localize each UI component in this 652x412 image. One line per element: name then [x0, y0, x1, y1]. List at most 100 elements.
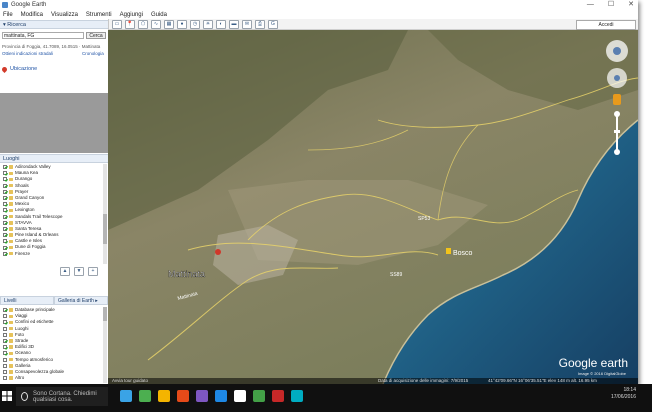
checkbox[interactable] — [3, 363, 7, 368]
add-folder-icon[interactable]: + — [88, 267, 98, 276]
menu-add[interactable]: Aggiungi — [120, 12, 143, 18]
taskbar-app-icon[interactable] — [253, 390, 265, 402]
historical-imagery-icon[interactable]: ◷ — [190, 19, 200, 29]
windows-start-icon[interactable] — [2, 391, 12, 401]
checkbox[interactable] — [3, 339, 7, 344]
checkbox[interactable] — [3, 202, 7, 207]
planets-icon[interactable]: ◐ — [216, 19, 226, 29]
menu-tools[interactable]: Strumenti — [86, 12, 112, 18]
checkbox[interactable] — [3, 189, 7, 194]
cortana-icon — [21, 392, 29, 401]
placemark-hotel-icon[interactable] — [446, 248, 451, 254]
move-up-icon[interactable]: ▲ — [60, 267, 70, 276]
taskbar-app-icon[interactable] — [272, 390, 284, 402]
checkbox[interactable] — [3, 196, 7, 201]
ruler-icon[interactable]: ▬ — [229, 19, 239, 29]
search-coordinates: Provincia di Foggia, 41.7089, 16.0515 · … — [2, 44, 101, 49]
google-earth-window: Google Earth — ☐ ✕ File Modifica Visuali… — [0, 0, 638, 384]
checkbox[interactable] — [3, 177, 7, 182]
navigation-controls — [604, 38, 630, 160]
checkbox[interactable] — [3, 165, 7, 170]
close-button[interactable]: ✕ — [628, 0, 634, 10]
maximize-button[interactable]: ☐ — [608, 0, 614, 10]
layers-item[interactable]: Altro — [3, 375, 103, 381]
checkbox[interactable] — [3, 233, 7, 238]
add-path-icon[interactable]: ∿ — [151, 19, 161, 29]
print-icon[interactable]: ⎙ — [255, 19, 265, 29]
menu-edit[interactable]: Modifica — [21, 12, 43, 18]
email-icon[interactable]: ✉ — [242, 19, 252, 29]
taskbar-app-icon[interactable] — [177, 390, 189, 402]
earth-map-view[interactable]: Mattinata Bosco SP53 SS89 Mattinata Avvi… — [108, 30, 638, 384]
folder-icon — [9, 183, 13, 188]
places-header[interactable]: Luoghi — [0, 154, 108, 163]
checkbox[interactable] — [3, 226, 7, 231]
checkbox[interactable] — [3, 320, 7, 325]
minimize-button[interactable]: — — [587, 0, 594, 10]
folder-icon — [9, 357, 13, 362]
search-input[interactable]: mattinata, FG — [2, 32, 84, 39]
checkbox[interactable] — [3, 214, 7, 219]
signin-button[interactable]: Accedi — [576, 20, 636, 30]
checkbox[interactable] — [3, 376, 7, 381]
layers-scrollbar[interactable] — [103, 307, 107, 383]
tab-layers[interactable]: Livelli — [0, 296, 54, 305]
checkbox[interactable] — [3, 345, 7, 350]
tab-earth-gallery[interactable]: Galleria di Earth ▸ — [54, 296, 108, 305]
checkbox[interactable] — [3, 314, 7, 319]
checkbox[interactable] — [3, 245, 7, 250]
checkbox[interactable] — [3, 369, 7, 374]
checkbox[interactable] — [3, 171, 7, 176]
checkbox[interactable] — [3, 308, 7, 313]
checkbox[interactable] — [3, 332, 7, 337]
folder-icon — [9, 245, 13, 250]
places-scroll-thumb[interactable] — [103, 214, 107, 244]
places-scrollbar[interactable] — [103, 164, 107, 264]
add-overlay-icon[interactable]: ▦ — [164, 19, 174, 29]
sunlight-icon[interactable]: ☀ — [203, 19, 213, 29]
satellite-imagery[interactable]: Mattinata Bosco SP53 SS89 Mattinata — [108, 30, 638, 384]
taskbar-app-icon[interactable] — [120, 390, 132, 402]
system-tray[interactable]: 18:14 17/06/2016 — [611, 387, 636, 401]
zoom-in-icon[interactable] — [614, 111, 620, 117]
street-view-pegman-icon[interactable] — [613, 94, 621, 105]
windows-taskbar: Sono Cortana. Chiedimi qualsiasi cosa. 1… — [0, 384, 652, 412]
sidebar-toggle-icon[interactable]: ▭ — [112, 19, 122, 29]
zoom-slider-thumb[interactable] — [614, 130, 620, 133]
taskbar-app-icon[interactable] — [291, 390, 303, 402]
zoom-out-icon[interactable] — [614, 149, 620, 155]
checkbox[interactable] — [3, 183, 7, 188]
move-down-icon[interactable]: ▼ — [74, 267, 84, 276]
checkbox[interactable] — [3, 239, 7, 244]
menu-view[interactable]: Visualizza — [51, 12, 78, 18]
taskbar-app-icon[interactable] — [234, 390, 246, 402]
folder-icon — [9, 370, 13, 374]
placemark-mattinata-icon[interactable] — [215, 249, 221, 255]
imagery-date: Data di acquisizione delle immagini: 7/9… — [378, 378, 469, 383]
checkbox[interactable] — [3, 326, 7, 331]
taskbar-app-icon[interactable] — [139, 390, 151, 402]
directions-link[interactable]: Ottieni indicazioni stradali — [2, 51, 53, 56]
checkbox[interactable] — [3, 220, 7, 225]
checkbox[interactable] — [3, 251, 7, 256]
tour-button[interactable]: Avvia tour guidato — [112, 378, 148, 383]
search-result[interactable]: Ubicazione — [10, 66, 37, 72]
taskbar-app-icon[interactable] — [158, 390, 170, 402]
cortana-search-box[interactable]: Sono Cortana. Chiedimi qualsiasi cosa. — [16, 387, 108, 406]
menu-help[interactable]: Guida — [151, 12, 167, 18]
add-polygon-icon[interactable]: ⬠ — [138, 19, 148, 29]
places-item[interactable]: Firenze — [3, 251, 103, 257]
history-link[interactable]: Cronologia — [82, 51, 104, 56]
taskbar-app-icon[interactable] — [215, 390, 227, 402]
search-button[interactable]: Cerca — [86, 32, 106, 39]
menu-file[interactable]: File — [3, 12, 13, 18]
app-icon — [2, 2, 8, 8]
maps-icon[interactable]: G — [268, 19, 278, 29]
checkbox[interactable] — [3, 351, 7, 356]
checkbox[interactable] — [3, 208, 7, 213]
taskbar-app-icon[interactable] — [196, 390, 208, 402]
record-tour-icon[interactable]: ● — [177, 19, 187, 29]
checkbox[interactable] — [3, 357, 7, 362]
layers-scroll-thumb[interactable] — [103, 307, 107, 321]
add-placemark-icon[interactable]: 📍 — [125, 19, 135, 29]
